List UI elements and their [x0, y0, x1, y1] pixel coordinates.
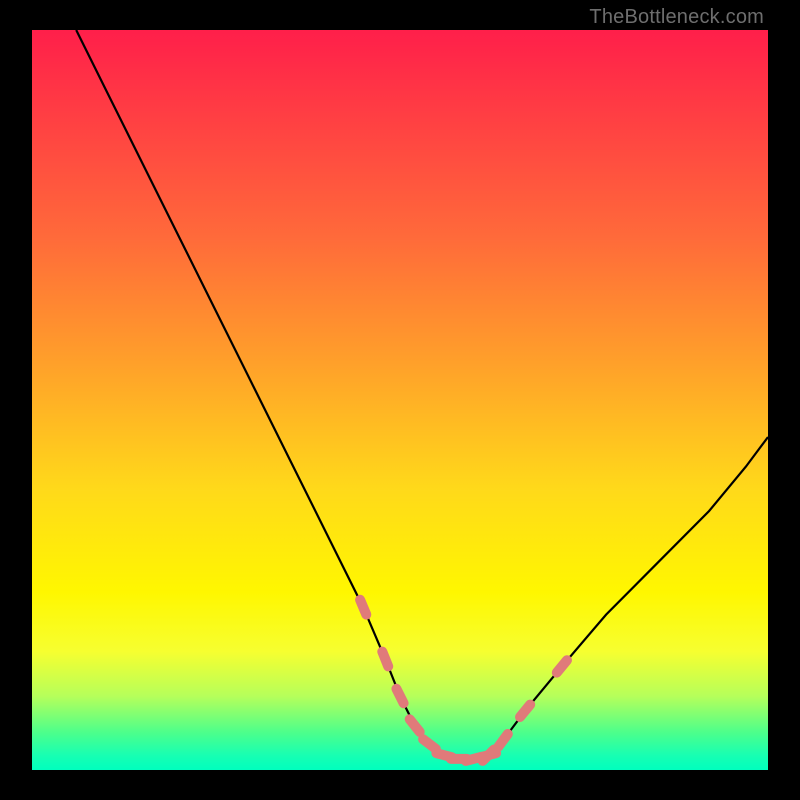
highlight-dash — [423, 739, 436, 749]
highlight-dash — [410, 719, 420, 732]
highlight-left-group — [360, 600, 496, 761]
highlight-right-group — [483, 660, 567, 761]
attribution-text: TheBottleneck.com — [589, 6, 764, 29]
highlight-dash — [396, 689, 403, 703]
highlight-dash — [382, 652, 388, 667]
curve-path-group — [76, 30, 768, 759]
highlight-dash — [557, 660, 567, 672]
curve-path — [76, 30, 768, 759]
highlight-dash — [498, 734, 508, 747]
highlight-dash — [520, 705, 530, 717]
chart-svg — [32, 30, 768, 770]
highlight-dash — [360, 600, 366, 615]
chart-frame — [32, 30, 768, 770]
